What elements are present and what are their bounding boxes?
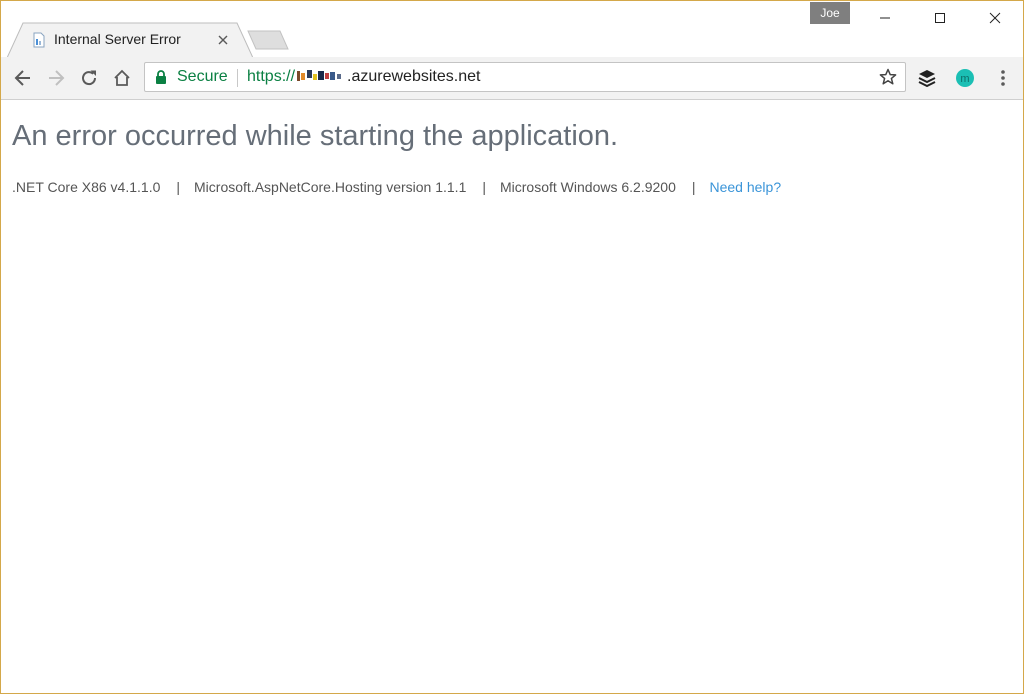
url-host: .azurewebsites.net (347, 68, 481, 85)
close-window-button[interactable] (967, 1, 1023, 35)
separator: | (482, 179, 486, 195)
url-scheme: https:// (247, 68, 296, 85)
tab-internal-server-error[interactable]: Internal Server Error (7, 22, 253, 58)
back-button[interactable] (11, 66, 35, 90)
back-arrow-icon (14, 70, 30, 86)
url-text: https:// .azurewebsites.net (247, 68, 480, 86)
buffer-icon (918, 70, 936, 87)
runtime-version: .NET Core X86 v4.1.1.0 (12, 179, 161, 195)
address-separator (237, 69, 238, 87)
secure-label[interactable]: Secure (177, 68, 228, 86)
page-title: An error occurred while starting the app… (12, 120, 619, 152)
reload-icon (82, 70, 97, 86)
reload-button[interactable] (77, 66, 101, 90)
lock-icon (156, 70, 166, 84)
page-icon (33, 32, 45, 48)
m-extension-button[interactable]: m (953, 66, 977, 90)
star-icon[interactable] (879, 68, 897, 86)
address-bar[interactable]: Secure https:// .azurewebsites.net (144, 62, 906, 92)
browser-menu-button[interactable] (991, 66, 1015, 90)
page-content: An error occurred while starting the app… (1, 100, 1023, 693)
buffer-extension-button[interactable] (915, 66, 939, 90)
home-button[interactable] (110, 66, 134, 90)
runtime-info-line: .NET Core X86 v4.1.1.0 | Microsoft.AspNetC… (12, 179, 781, 195)
browser-window: Joe Internal Server Error Secure https:/… (0, 0, 1024, 694)
forward-arrow-icon (49, 70, 65, 86)
svg-text:m: m (960, 73, 969, 85)
browser-toolbar: Secure https:// .azurewebsites.net m (1, 57, 1023, 100)
close-icon (989, 12, 1001, 24)
separator: | (691, 179, 696, 195)
title-bar: Joe Internal Server Error (1, 1, 1023, 58)
hosting-version: Microsoft.AspNetCore.Hosting version 1.1… (194, 179, 467, 195)
maximize-button[interactable] (912, 1, 968, 35)
separator: | (176, 179, 181, 195)
minimize-icon (880, 17, 890, 19)
maximize-icon (935, 13, 945, 23)
m-extension-icon: m (956, 69, 974, 87)
new-tab-button[interactable] (247, 30, 289, 50)
home-icon (114, 69, 130, 86)
need-help-link[interactable]: Need help? (710, 179, 782, 195)
tab-title: Internal Server Error (54, 31, 181, 47)
minimize-button[interactable] (857, 1, 913, 35)
profile-badge[interactable]: Joe (810, 2, 850, 24)
forward-button[interactable] (44, 66, 68, 90)
kebab-menu-icon (1001, 70, 1005, 86)
tab-close-icon[interactable] (215, 32, 231, 48)
os-version: Microsoft Windows 6.2.9200 (500, 179, 676, 195)
redacted-subdomain (297, 70, 342, 81)
